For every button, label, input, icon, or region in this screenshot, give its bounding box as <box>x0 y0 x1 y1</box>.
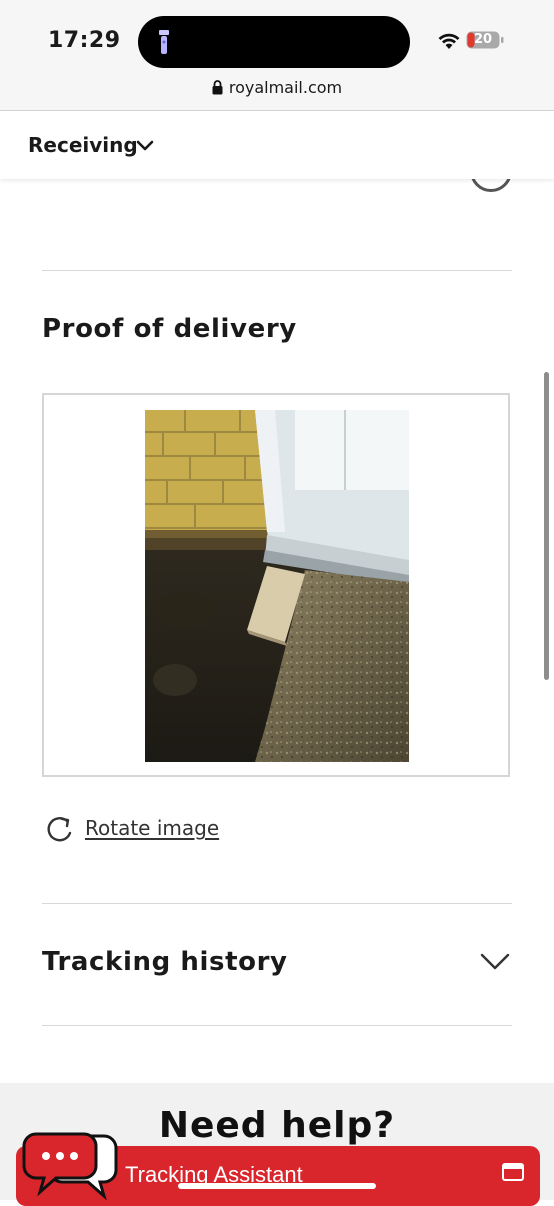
tracking-history-heading[interactable]: Tracking history <box>42 947 288 977</box>
section-divider <box>42 903 512 904</box>
delivery-photo[interactable] <box>145 410 409 762</box>
receiving-nav-bar[interactable]: Receiving <box>0 111 554 179</box>
wifi-icon <box>438 33 460 49</box>
lock-icon <box>212 80 223 95</box>
chevron-down-icon[interactable] <box>480 950 510 972</box>
section-divider <box>42 1025 512 1026</box>
scrollbar[interactable] <box>544 372 549 680</box>
dynamic-island <box>138 16 410 68</box>
battery-level: 20 <box>473 32 493 47</box>
proof-of-delivery-heading: Proof of delivery <box>42 314 297 344</box>
browser-status-bar: 17:29 20 royalmail.com <box>0 0 554 111</box>
rotate-image-link[interactable]: Rotate image <box>85 816 219 840</box>
chat-bubbles-icon[interactable] <box>22 1130 118 1200</box>
battery-icon: 20 <box>466 31 504 49</box>
expand-window-icon[interactable] <box>502 1163 524 1181</box>
home-indicator <box>178 1183 376 1189</box>
chevron-down-icon[interactable] <box>136 139 154 153</box>
url-bar[interactable]: royalmail.com <box>0 78 554 97</box>
status-time: 17:29 <box>48 28 121 53</box>
rotate-icon[interactable] <box>46 814 76 844</box>
section-divider <box>42 270 512 271</box>
flashlight-icon <box>159 30 169 54</box>
url-text: royalmail.com <box>228 78 343 97</box>
receiving-menu-label[interactable]: Receiving <box>28 133 138 157</box>
